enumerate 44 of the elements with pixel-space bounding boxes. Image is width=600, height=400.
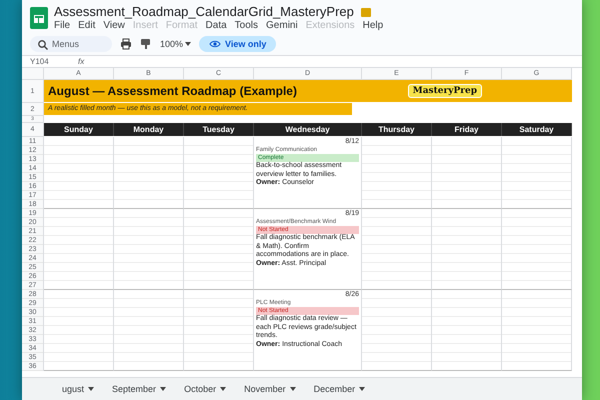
day-header: Wednesday bbox=[254, 123, 362, 136]
caret-icon bbox=[359, 387, 366, 391]
menu-item[interactable]: Edit bbox=[78, 20, 96, 31]
menu-item[interactable]: View bbox=[103, 20, 125, 31]
caret-icon bbox=[220, 387, 226, 391]
eye-icon bbox=[209, 38, 222, 50]
sheet-tab[interactable]: October bbox=[184, 384, 226, 394]
caret-icon bbox=[88, 387, 94, 391]
sheet-title: August — Assessment Roadmap (Example) bbox=[48, 84, 297, 98]
calendar-cell bbox=[184, 137, 254, 209]
sheet-tab[interactable]: November bbox=[244, 384, 296, 394]
menu-item[interactable]: Data bbox=[206, 20, 227, 31]
day-header: Thursday bbox=[362, 123, 432, 136]
day-header: Monday bbox=[114, 123, 184, 136]
day-header: Saturday bbox=[502, 123, 572, 136]
calendar-cell bbox=[432, 137, 502, 209]
menu-item[interactable]: Help bbox=[362, 20, 384, 31]
menu-item[interactable]: File bbox=[54, 20, 70, 31]
search-icon[interactable] bbox=[37, 39, 49, 51]
menu-item[interactable]: Gemini bbox=[266, 20, 298, 31]
print-icon[interactable] bbox=[120, 38, 132, 50]
zoom-dropdown[interactable]: 100% bbox=[160, 39, 192, 49]
calendar-cell bbox=[502, 137, 572, 209]
sheet-tab[interactable]: ugust bbox=[62, 384, 94, 394]
sheets-logo-icon[interactable] bbox=[30, 6, 48, 28]
view-only-button[interactable]: View only bbox=[199, 36, 276, 52]
day-header: Sunday bbox=[44, 123, 114, 136]
menu-item[interactable]: Tools bbox=[234, 20, 258, 31]
brand-logo: MasteryPrep bbox=[408, 84, 482, 98]
cell-reference[interactable]: Y104 bbox=[30, 57, 70, 66]
paint-format-icon[interactable] bbox=[140, 38, 152, 50]
search-field[interactable]: Menus bbox=[30, 36, 112, 52]
sheet-tab[interactable]: December bbox=[314, 384, 366, 394]
sheet-tab[interactable]: September bbox=[112, 384, 166, 394]
day-header: Friday bbox=[432, 123, 502, 136]
calendar-cell bbox=[44, 137, 114, 209]
function-label: fx bbox=[78, 57, 84, 66]
document-title[interactable]: Assessment_Roadmap_CalendarGrid_MasteryPrep bbox=[54, 4, 354, 19]
calendar-cell bbox=[114, 137, 184, 209]
caret-icon[interactable] bbox=[185, 42, 192, 46]
day-header: Tuesday bbox=[184, 123, 254, 136]
calendar-cell bbox=[362, 137, 432, 209]
caret-icon bbox=[160, 387, 166, 391]
caret-icon bbox=[290, 387, 296, 391]
